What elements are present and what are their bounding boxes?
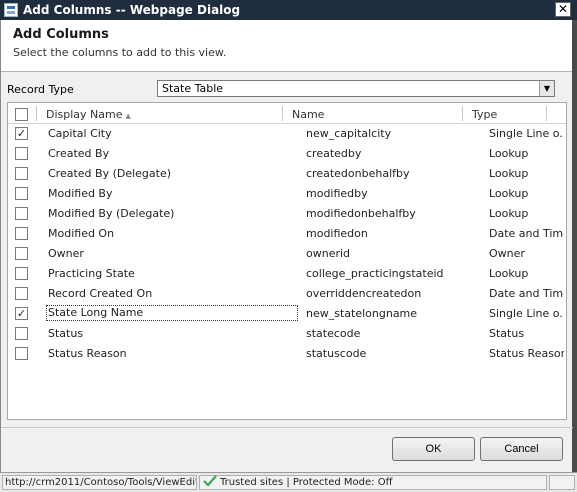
cell-display-name: Owner [48,247,84,260]
ok-button[interactable]: OK [392,437,475,461]
dialog-body: Record Type State Table ▼ Display Name ▲ … [0,72,573,472]
cell-name: college_practicingstateid [306,267,444,280]
cell-display-name: Modified By [48,187,113,200]
cancel-button[interactable]: Cancel [480,437,563,461]
cell-display-name: State Long Name [46,305,298,321]
table-row[interactable]: ✓ State Long Name new_statelongname Sing… [8,304,566,324]
cell-name: modifiedby [306,187,368,200]
table-row[interactable]: Status statecode Status [8,324,566,344]
row-checkbox[interactable]: ✓ [15,307,28,320]
cell-name: modifiedonbehalfby [306,207,416,220]
column-divider[interactable] [462,106,463,121]
cell-type: Status Reason [489,347,564,360]
cell-name: ownerid [306,247,351,260]
table-row[interactable]: ✓ Capital City new_capitalcity Single Li… [8,124,566,144]
cell-name: overriddencreatedon [306,287,422,300]
row-checkbox[interactable] [15,207,28,220]
row-checkbox[interactable] [15,227,28,240]
table-row[interactable]: Modified On modifiedon Date and Time [8,224,566,244]
cell-display-name: Modified By (Delegate) [48,207,175,220]
table-row[interactable]: Owner ownerid Owner [8,244,566,264]
grid-header: Display Name ▲ Name Type [8,103,566,124]
column-header-type[interactable]: Type [472,108,497,121]
cell-display-name: Modified On [48,227,115,240]
row-checkbox[interactable]: ✓ [15,127,28,140]
row-checkbox[interactable] [15,287,28,300]
security-zone[interactable]: Trusted sites | Protected Mode: Off [199,475,547,490]
cell-display-name: Created By (Delegate) [48,167,172,180]
column-divider[interactable] [36,106,37,121]
security-zone-text: Trusted sites | Protected Mode: Off [220,477,393,488]
cell-name: statecode [306,327,361,340]
dialog-heading: Add Columns [13,27,109,42]
chevron-down-icon[interactable]: ▼ [539,81,554,96]
cell-type: Single Line o... [489,307,564,320]
cell-type: Lookup [489,207,529,220]
cell-name: createdby [306,147,362,160]
cell-type: Date and Time [489,287,564,300]
cell-type: Owner [489,247,525,260]
cell-type: Lookup [489,167,529,180]
dialog-app-icon [4,3,18,17]
status-bar: http://crm2011/Contoso/Tools/ViewEdito T… [0,472,577,492]
cell-type: Lookup [489,267,529,280]
columns-grid: Display Name ▲ Name Type ✓ Capital City n… [7,102,567,420]
column-header-display-name[interactable]: Display Name ▲ [46,108,131,121]
record-type-value: State Table [162,82,224,95]
status-panel [549,475,575,490]
window-title: Add Columns -- Webpage Dialog [23,3,241,17]
dialog-header: Add Columns Select the columns to add to… [0,20,573,72]
cell-type: Status [489,327,525,340]
cell-type: Lookup [489,187,529,200]
cell-type: Lookup [489,147,529,160]
cell-name: statuscode [306,347,367,360]
column-header-display-name-label: Display Name [46,108,123,121]
row-checkbox[interactable] [15,147,28,160]
cell-display-name: Practicing State [48,267,135,280]
table-row[interactable]: Status Reason statuscode Status Reason [8,344,566,364]
table-row[interactable]: Modified By (Delegate) modifiedonbehalfb… [8,204,566,224]
row-checkbox[interactable] [15,167,28,180]
trusted-check-icon [203,475,217,487]
cell-display-name: Status Reason [48,347,127,360]
record-type-label: Record Type [7,83,74,96]
table-row[interactable]: Created By createdby Lookup [8,144,566,164]
cell-display-name: Capital City [48,127,112,140]
sort-ascending-icon: ▲ [125,112,131,120]
cell-name: new_capitalcity [306,127,392,140]
cell-type: Single Line o... [489,127,564,140]
column-divider[interactable] [282,106,283,121]
cell-type: Date and Time [489,227,564,240]
row-checkbox[interactable] [15,347,28,360]
dialog-instructions: Select the columns to add to this view. [13,46,227,59]
table-row[interactable]: Created By (Delegate) createdonbehalfby … [8,164,566,184]
cell-name: modifiedon [306,227,368,240]
cell-display-name: Status [48,327,84,340]
row-checkbox[interactable] [15,327,28,340]
window-titlebar: Add Columns -- Webpage Dialog ✕ [0,0,577,20]
record-type-select[interactable]: State Table ▼ [157,80,555,97]
cell-display-name: Record Created On [48,287,153,300]
window-right-edge [572,20,577,472]
table-row[interactable]: Practicing State college_practicingstate… [8,264,566,284]
cell-name: createdonbehalfby [306,167,410,180]
row-checkbox[interactable] [15,247,28,260]
row-checkbox[interactable] [15,267,28,280]
cell-display-name: Created By [48,147,110,160]
column-header-name[interactable]: Name [292,108,324,121]
row-checkbox[interactable] [15,187,28,200]
status-url: http://crm2011/Contoso/Tools/ViewEdito [2,475,197,490]
table-row[interactable]: Record Created On overriddencreatedon Da… [8,284,566,304]
column-divider[interactable] [546,106,547,121]
table-row[interactable]: Modified By modifiedby Lookup [8,184,566,204]
footer-divider [1,427,573,428]
cell-name: new_statelongname [306,307,418,320]
close-icon[interactable]: ✕ [555,2,571,17]
select-all-checkbox[interactable] [15,108,28,121]
